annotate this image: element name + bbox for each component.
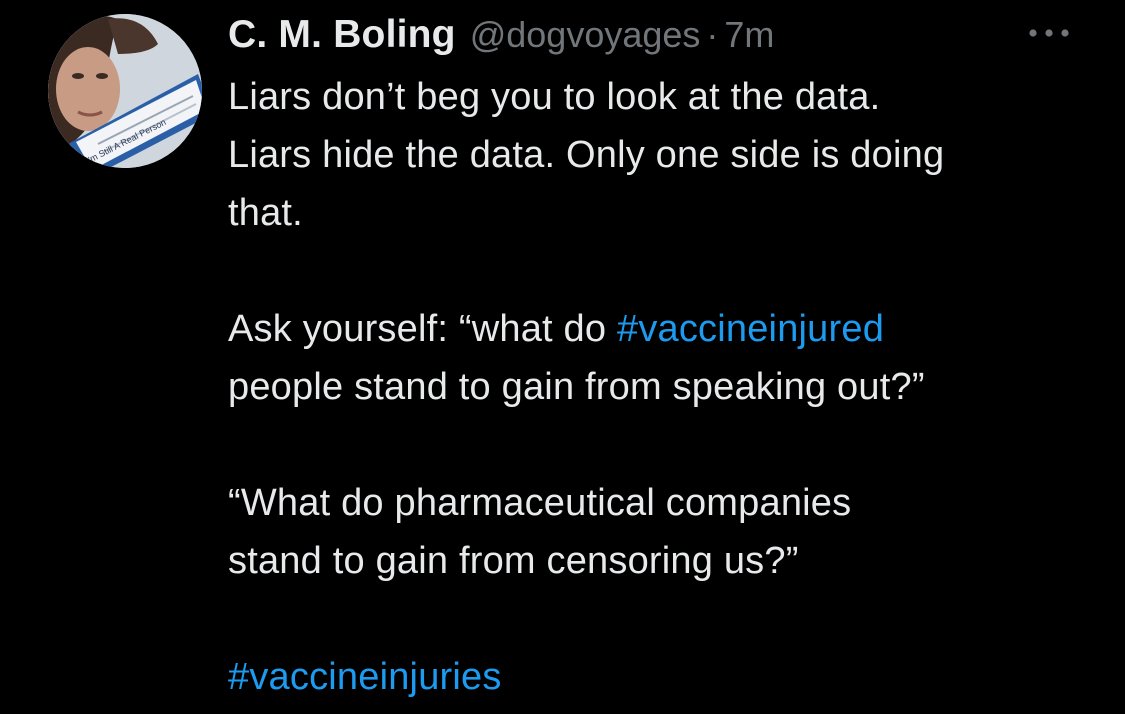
tweet-text-line: #vaccineinjuries xyxy=(228,648,1108,706)
paragraph-break xyxy=(228,416,1108,474)
avatar[interactable]: I'm Still A Real Person xyxy=(48,14,202,168)
tweet-text-line: Liars don’t beg you to look at the data. xyxy=(228,76,881,118)
display-name[interactable]: C. M. Boling xyxy=(228,13,456,57)
user-handle[interactable]: @dogvoyages xyxy=(470,14,701,56)
timestamp[interactable]: 7m xyxy=(724,14,774,56)
tweet-text-segment: Ask yourself: “what do xyxy=(228,308,617,350)
tweet: I'm Still A Real Person C. M. Boling @do… xyxy=(0,0,1125,714)
tweet-text-line: Liars hide the data. Only one side is do… xyxy=(228,134,945,176)
tweet-text-line: stand to gain from censoring us?” xyxy=(228,540,799,582)
tweet-text-line: that. xyxy=(228,192,303,234)
more-options-button[interactable] xyxy=(1024,18,1074,48)
tweet-text-line: Ask yourself: “what do #vaccineinjured xyxy=(228,300,1108,358)
tweet-header: C. M. Boling @dogvoyages · 7m xyxy=(228,10,774,60)
hashtag-link-vaccineinjuries[interactable]: #vaccineinjuries xyxy=(228,656,502,698)
tweet-text-line: “What do pharmaceutical companies xyxy=(228,482,852,524)
more-horizontal-icon xyxy=(1029,29,1069,37)
tweet-text-line: people stand to gain from speaking out?” xyxy=(228,366,925,408)
separator-dot: · xyxy=(706,14,719,55)
hashtag-link-vaccineinjured[interactable]: #vaccineinjured xyxy=(617,308,884,350)
paragraph-break xyxy=(228,242,1108,300)
avatar-image: I'm Still A Real Person xyxy=(48,14,202,168)
paragraph-break xyxy=(228,590,1108,648)
tweet-text: Liars don’t beg you to look at the data.… xyxy=(228,68,1108,706)
